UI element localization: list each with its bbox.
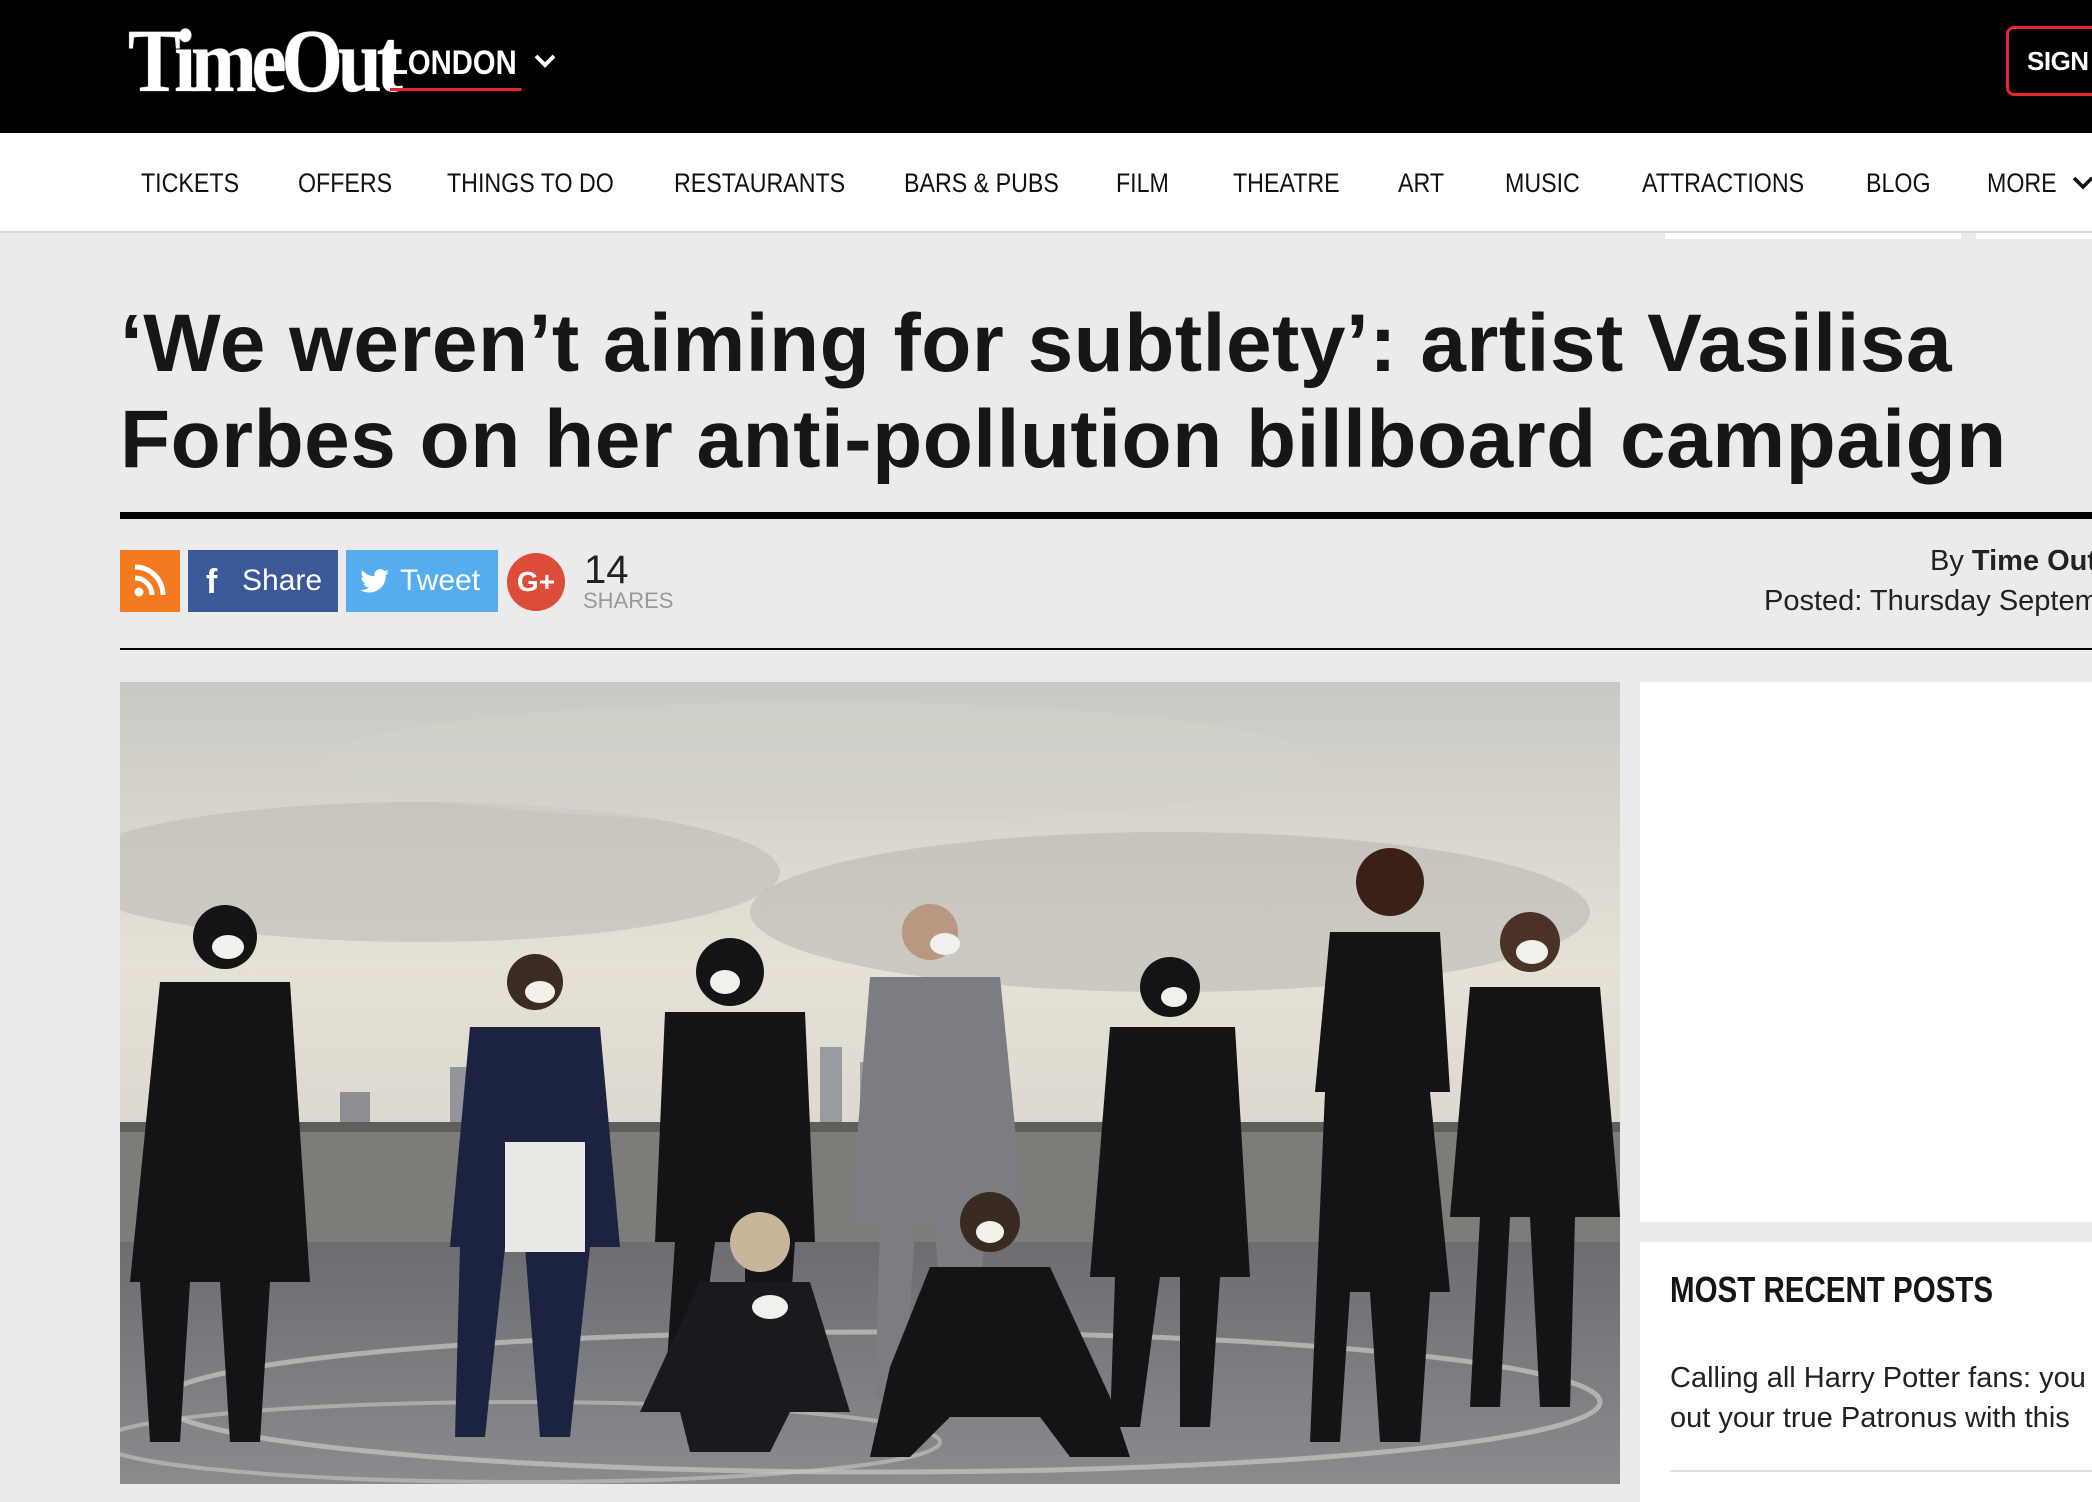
nav-item-film[interactable]: FILM [1116,133,1169,233]
nav-item-bars-pubs[interactable]: BARS & PUBS [904,133,1059,233]
posted-date: Posted: Thursday Septem [1764,585,2092,617]
nav-item-more[interactable]: MORE [1987,133,2057,233]
divider [120,512,2092,519]
svg-text:f: f [206,563,218,601]
author-link[interactable]: Time Out [1972,545,2092,577]
subnav-tab [1976,233,2092,239]
facebook-icon: f [206,563,218,601]
timeout-logo[interactable]: TimeOut [126,12,404,112]
facebook-share-button[interactable]: f Share [188,550,338,612]
byline-prefix: By [1930,545,1964,577]
nav-item-attractions[interactable]: ATTRACTIONS [1642,133,1804,233]
rss-icon [134,564,166,597]
article-hero-image [120,682,1620,1484]
share-count-label: SHARES [583,588,674,613]
recent-posts-heading: MOST RECENT POSTS [1670,1269,1994,1310]
nav-item-tickets[interactable]: TICKETS [141,133,239,233]
nav-item-things-to-do[interactable]: THINGS TO DO [447,133,614,233]
nav-item-art[interactable]: ART [1398,133,1444,233]
divider [1670,1470,2092,1472]
byline: By Time Out [1930,542,2092,580]
share-count: 14 [584,548,629,592]
nav-item-blog[interactable]: BLOG [1866,133,1931,233]
twitter-icon [360,569,389,593]
divider [120,648,2092,650]
advertisement-slot [1640,682,2092,1222]
subnav-tab [1665,233,1961,239]
nav-item-restaurants[interactable]: RESTAURANTS [674,133,845,233]
rss-button[interactable] [120,550,180,612]
tweet-label: Tweet [400,564,481,597]
sign-in-button[interactable]: SIGN I [2006,26,2092,96]
twitter-tweet-button[interactable]: Tweet [346,550,498,612]
chevron-down-icon[interactable] [2070,170,2092,196]
google-plus-button[interactable]: G+ [507,553,565,611]
chevron-down-icon[interactable] [530,46,560,76]
city-selector[interactable]: LONDON [390,38,522,91]
nav-item-theatre[interactable]: THEATRE [1233,133,1340,233]
recent-post-link[interactable]: Calling all Harry Potter fans: you out y… [1670,1358,2092,1438]
nav-item-music[interactable]: MUSIC [1505,133,1580,233]
main-nav: TICKETS OFFERS THINGS TO DO RESTAURANTS … [0,133,2092,233]
recent-post-line: out your true Patronus with this [1670,1402,2070,1434]
recent-post-line: Calling all Harry Potter fans: you [1670,1362,2086,1394]
article-headline: ‘We weren’t aiming for subtlety’: artist… [120,298,2007,485]
nav-item-offers[interactable]: OFFERS [298,133,392,233]
share-label: Share [242,564,323,597]
